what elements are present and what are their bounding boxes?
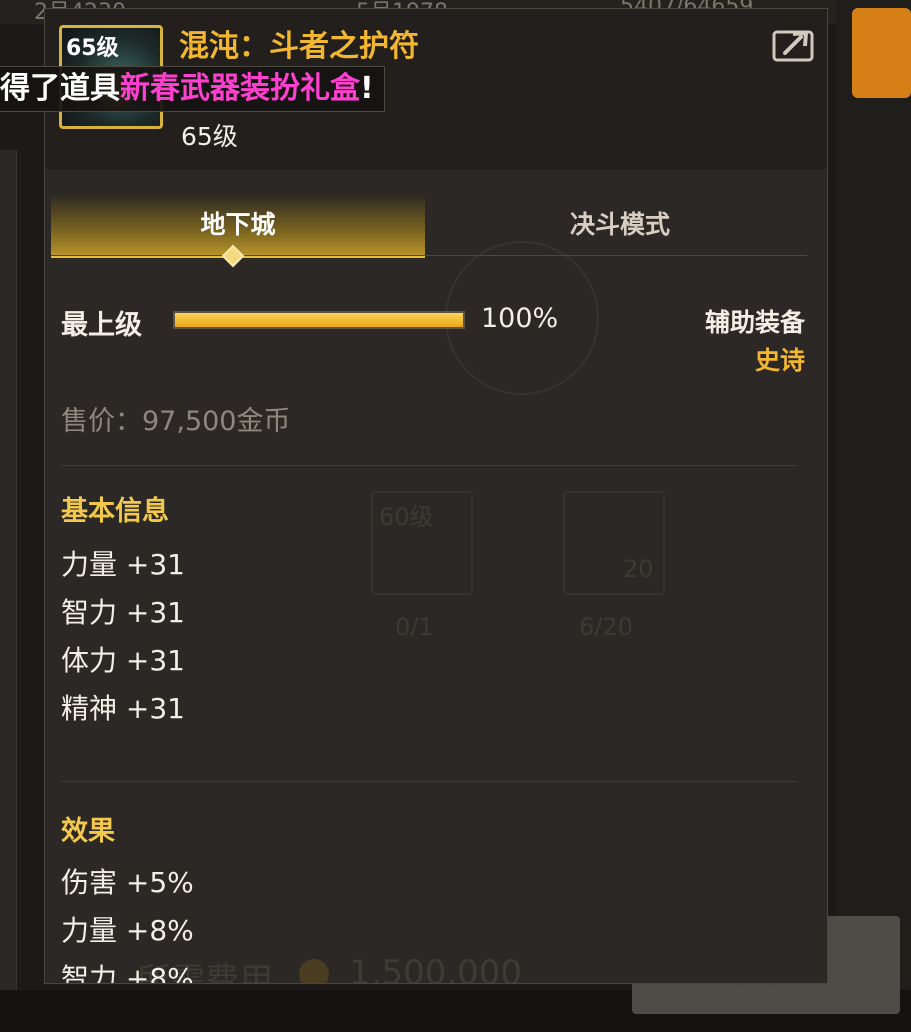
basic-info-title: 基本信息 (61, 496, 169, 527)
stat-strength: 力量 +31 (61, 548, 185, 581)
material-slot-1: 60级 (371, 491, 473, 595)
effect-intelligence: 智力 +8% (61, 962, 194, 984)
item-rarity: 史诗 (754, 346, 805, 375)
stat-intelligence: 智力 +31 (61, 596, 185, 629)
stat-spirit: 精神 +31 (61, 692, 185, 725)
left-side-panel (0, 150, 17, 990)
upgrade-rank-label: 最上级 (61, 310, 142, 341)
sell-price: 售价：97,500金币 (61, 406, 291, 437)
orange-side-button[interactable] (852, 8, 911, 98)
notice-suffix: ! (360, 71, 374, 106)
upgrade-percent: 100% (481, 303, 559, 334)
stat-vitality: 体力 +31 (61, 644, 185, 677)
material-slot-2-qty: 20 (623, 555, 654, 583)
section-divider (61, 465, 797, 466)
cost-value: 1,500,000 (349, 953, 523, 984)
effect-damage: 伤害 +5% (61, 866, 194, 899)
tab-pvp[interactable]: 决斗模式 (433, 195, 807, 255)
equipment-slot-type: 辅助装备 (704, 308, 805, 337)
tabs-divider (51, 255, 807, 256)
material-slot-2-count: 6/20 (579, 613, 633, 641)
notice-prefix: 得了道具 (0, 71, 120, 106)
coin-icon (299, 959, 329, 983)
item-acquired-notice: 得了道具新春武器装扮礼盒! (0, 66, 385, 112)
material-slot-1-count: 0/1 (395, 613, 434, 641)
share-export-icon[interactable] (771, 23, 817, 63)
material-slot-1-level: 60级 (379, 503, 434, 531)
item-icon-level: 65级 (66, 36, 119, 61)
tab-dungeon[interactable]: 地下城 (51, 195, 425, 258)
effects-title: 效果 (61, 816, 115, 847)
mode-tabs: 地下城 决斗模式 (51, 195, 807, 258)
item-name: 混沌：斗者之护符 (179, 29, 419, 64)
material-slot-2: 20 (563, 491, 665, 595)
effect-strength: 力量 +8% (61, 914, 194, 947)
notice-item-link[interactable]: 新春武器装扮礼盒 (120, 71, 360, 106)
right-side-panel (836, 0, 911, 1032)
section-divider (61, 781, 797, 782)
upgrade-progress-fill (175, 313, 463, 327)
item-level: 65级 (181, 122, 238, 151)
item-tooltip: 60级 0/1 20 6/20 所需费用 1,500,000 65级 混沌：斗者… (44, 8, 828, 984)
upgrade-progress-bar (173, 311, 465, 329)
